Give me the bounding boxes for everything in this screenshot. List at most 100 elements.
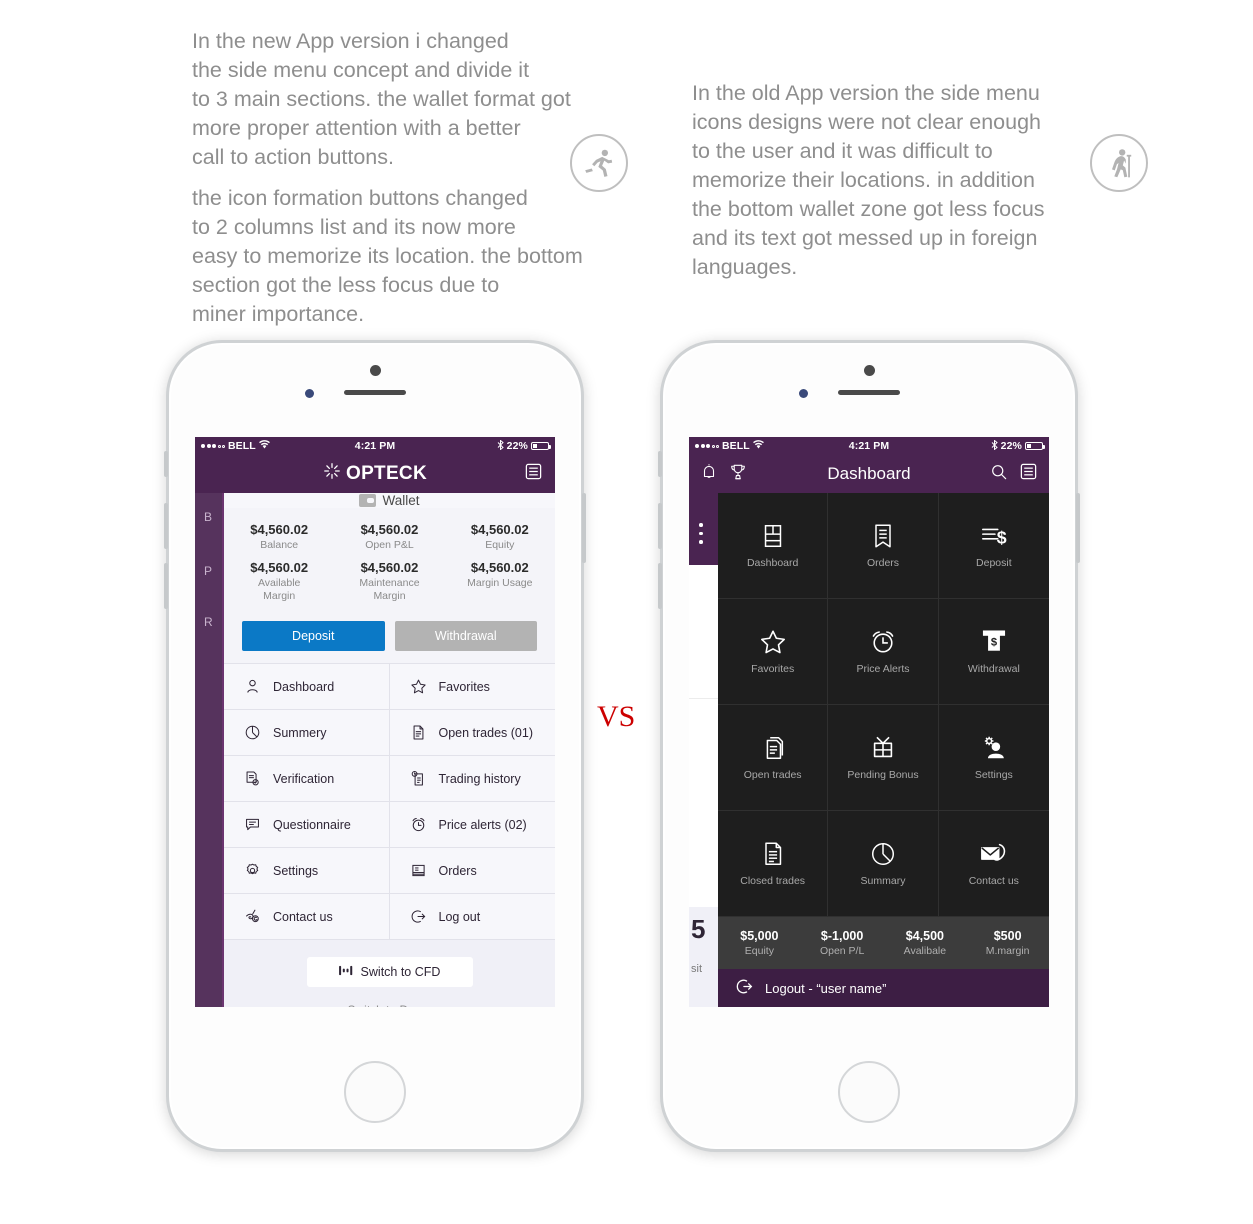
switch-to-demo-link[interactable]: Switch to Demo — [347, 1003, 431, 1007]
tile-label: Price Alerts — [856, 663, 910, 675]
menu-item-dashboard[interactable]: Dashboard — [224, 664, 390, 710]
left-annotation-paragraph-2: the icon formation buttons changed to 2 … — [192, 186, 583, 326]
wallet-label: Equity — [744, 945, 774, 957]
wallet-label: M.margin — [985, 945, 1030, 957]
proximity-sensor — [305, 389, 314, 398]
menu-item-verification[interactable]: Verification — [224, 756, 390, 802]
menu-item-label: Verification — [273, 771, 335, 786]
tile-closed-trades[interactable]: Closed trades — [718, 811, 829, 917]
logout-button[interactable]: Logout - “user name” — [718, 969, 1049, 1007]
wallet-stats: $4,560.02 Balance $4,560.02 Open P&L $4,… — [224, 508, 555, 615]
menu-item-summery[interactable]: Summery — [224, 710, 390, 756]
wallet-value: $4,500 — [905, 929, 944, 943]
stat-balance: $4,560.02 Balance — [224, 518, 334, 556]
stat-maintenance-margin: $4,560.02 Maintenance Margin — [334, 556, 444, 607]
wallet-label: Avalibale — [903, 945, 947, 957]
wallet-m-margin: $500 M.margin — [966, 929, 1049, 957]
trophy-icon[interactable] — [729, 463, 747, 486]
tile-orders[interactable]: Orders — [828, 493, 939, 599]
wallet-label: Open P/L — [819, 945, 865, 957]
carrier-label: BELL — [722, 440, 750, 452]
signal-dots-icon — [201, 444, 225, 448]
deposit-button[interactable]: Deposit — [242, 621, 385, 651]
tile-label: Summary — [860, 875, 906, 887]
menu-item-price-alerts[interactable]: Price alerts (02) — [389, 802, 555, 848]
old-app-body: 5 sit Dashboard Orders $ Deposit Favorit… — [689, 493, 1049, 1007]
menu-item-orders[interactable]: Orders — [389, 848, 555, 894]
svg-text:$: $ — [997, 527, 1007, 547]
star-icon — [409, 677, 428, 696]
tile-summary[interactable]: Summary — [828, 811, 939, 917]
signal-dots-icon — [695, 444, 719, 448]
tile-settings[interactable]: Settings — [938, 705, 1049, 811]
menu-item-log-out[interactable]: Log out — [389, 894, 555, 940]
tile-price-alerts[interactable]: Price Alerts — [828, 599, 939, 705]
bluetooth-icon — [497, 438, 504, 453]
earpiece-speaker — [838, 390, 900, 395]
tile-deposit[interactable]: $ Deposit — [938, 493, 1049, 599]
front-camera — [864, 365, 875, 376]
running-man-badge — [570, 134, 628, 192]
menu-item-label: Questionnaire — [273, 817, 351, 832]
bell-icon[interactable] — [700, 463, 718, 486]
tile-label: Deposit — [976, 557, 1012, 569]
tile-label: Dashboard — [746, 557, 799, 569]
orders-list-icon — [409, 861, 428, 880]
old-app-navbar: Dashboard — [689, 455, 1049, 493]
menu-item-settings[interactable]: Settings — [224, 848, 390, 894]
hamburger-list-icon[interactable] — [524, 462, 543, 486]
menu-item-questionnaire[interactable]: Questionnaire — [224, 802, 390, 848]
home-button[interactable] — [344, 1061, 406, 1123]
tile-label: Favorites — [751, 663, 795, 675]
power-button — [1076, 493, 1080, 563]
stat-open-pl: $4,560.02 Open P&L — [334, 518, 444, 556]
tile-contact-us[interactable]: Contact us — [938, 811, 1049, 917]
stat-label: Available Margin — [257, 577, 301, 602]
menu-item-favorites[interactable]: Favorites — [389, 664, 555, 710]
wallet-equity: $5,000 Equity — [718, 929, 801, 957]
tile-withdrawal[interactable]: $ Withdrawal — [938, 599, 1049, 705]
volume-down-button — [658, 563, 662, 609]
stat-label: Balance — [260, 539, 299, 551]
menu-item-trading-history[interactable]: Trading history — [389, 756, 555, 802]
contact-swirl-icon — [243, 907, 262, 926]
new-app-status-bar: BELL 4:21 PM 22% — [195, 437, 555, 455]
under-letter-p: P — [204, 564, 213, 578]
stat-value: $4,560.02 — [360, 522, 419, 537]
tile-pending-bonus[interactable]: Pending Bonus — [828, 705, 939, 811]
phone-mockup-new-app: BELL 4:21 PM 22% OPTECK B P R Wallet $4,… — [164, 340, 586, 1152]
menu-item-label: Dashboard — [273, 679, 335, 694]
old-app-menu-grid: Dashboard Orders $ Deposit Favorites Pri… — [718, 493, 1049, 917]
envelope-phone-icon — [979, 840, 1009, 868]
switch-to-cfd-button[interactable]: Switch to CFD — [306, 957, 473, 987]
under-letter-b: B — [204, 510, 213, 524]
home-button[interactable] — [838, 1061, 900, 1123]
mute-switch — [658, 451, 662, 477]
menu-item-label: Orders — [438, 863, 477, 878]
tile-open-trades[interactable]: Open trades — [718, 705, 829, 811]
underlying-big-number: 5 — [691, 914, 706, 944]
bluetooth-icon — [991, 438, 998, 453]
old-app-wallet-strip: $5,000 Equity $-1,000 Open P/L $4,500 Av… — [718, 917, 1049, 969]
battery-icon — [1025, 442, 1045, 450]
stat-label: Maintenance Margin — [359, 577, 420, 602]
status-time: 4:21 PM — [848, 440, 890, 452]
sun-burst-logo-icon — [323, 462, 341, 486]
menu-item-contact-us[interactable]: Contact us — [224, 894, 390, 940]
tile-dashboard[interactable]: Dashboard — [718, 493, 829, 599]
hamburger-list-icon[interactable] — [1019, 462, 1038, 486]
battery-icon — [531, 442, 551, 450]
running-man-icon — [582, 146, 616, 180]
withdrawal-button[interactable]: Withdrawal — [394, 621, 537, 651]
svg-text:$: $ — [991, 637, 998, 649]
tile-favorites[interactable]: Favorites — [718, 599, 829, 705]
volume-down-button — [164, 563, 168, 609]
pie-clock-icon — [243, 723, 262, 742]
document-icon — [409, 723, 428, 742]
search-icon[interactable] — [990, 463, 1008, 486]
alarm-clock-icon — [869, 628, 897, 656]
history-list-icon — [409, 769, 428, 788]
wifi-icon — [258, 440, 270, 452]
menu-item-open-trades[interactable]: Open trades (01) — [389, 710, 555, 756]
wallet-cta-row: Deposit Withdrawal — [224, 615, 555, 663]
